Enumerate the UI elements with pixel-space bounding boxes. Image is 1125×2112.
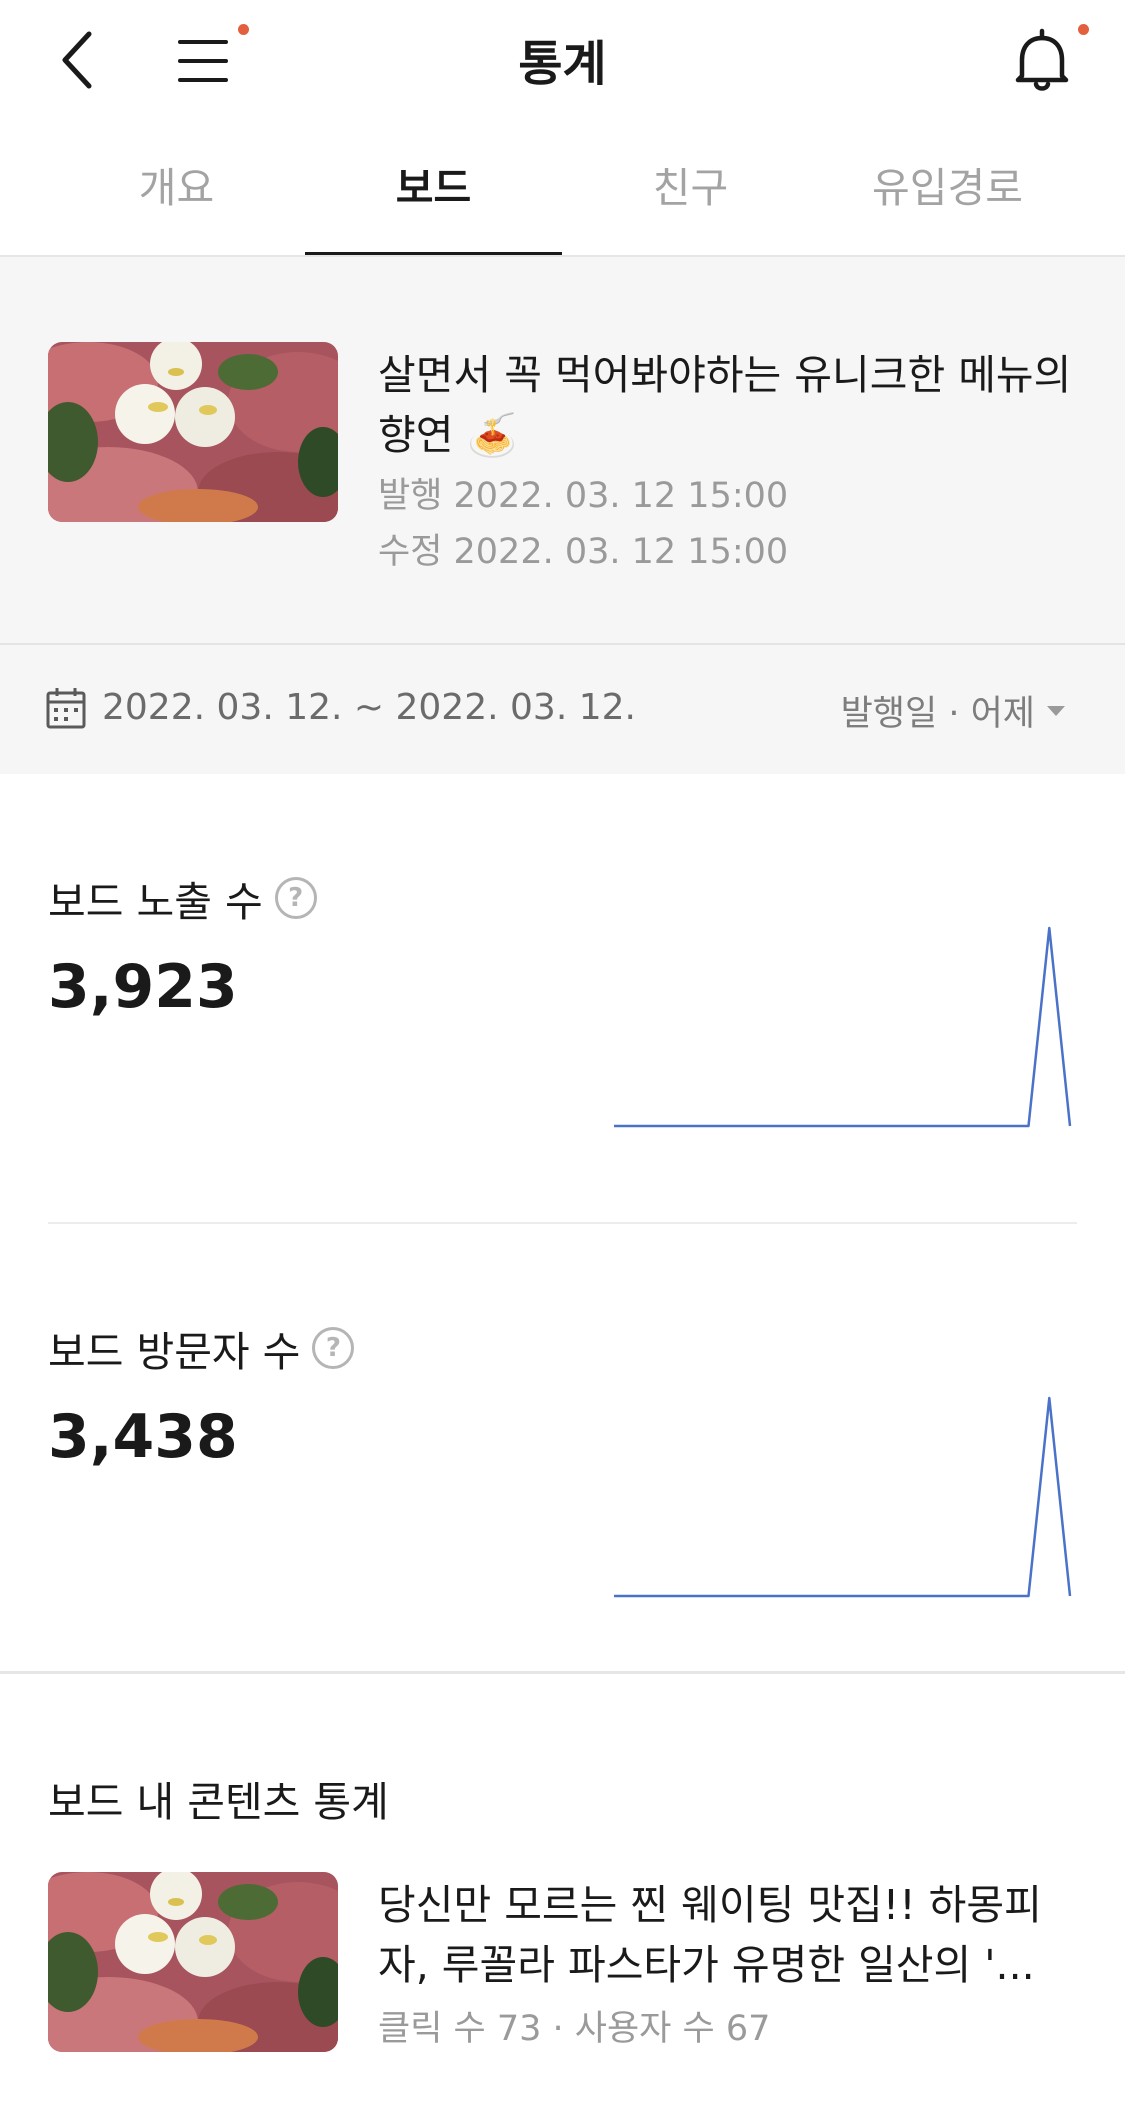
date-filter-bar: 2022. 03. 12. ~ 2022. 03. 12. 발행일 · 어제 [0, 645, 1125, 774]
impressions-sparkline [614, 926, 1072, 1128]
notification-badge-dot [1078, 24, 1089, 35]
tab-friends[interactable]: 친구 [562, 138, 819, 258]
sparkline-series-line [614, 1396, 1072, 1598]
tab-traffic-source[interactable]: 유입경로 [819, 138, 1076, 258]
back-button[interactable] [55, 28, 105, 92]
content-thumbnail[interactable] [48, 1872, 338, 2052]
help-icon[interactable]: ? [312, 1327, 355, 1369]
help-icon[interactable]: ? [274, 877, 317, 919]
tab-board[interactable]: 보드 [305, 138, 562, 258]
caret-down-icon [1047, 705, 1065, 716]
impressions-label-text: 보드 노출 수 [48, 878, 263, 926]
visitors-label-text: 보드 방문자 수 [48, 1328, 301, 1376]
visitors-label: 보드 방문자 수 ? [48, 1318, 355, 1378]
sparkline-series-line [614, 926, 1072, 1128]
contents-section-title: 보드 내 콘텐츠 통계 [48, 1778, 389, 1826]
tab-overview[interactable]: 개요 [48, 138, 305, 258]
visitors-sparkline [614, 1396, 1072, 1598]
content-item-meta: 클릭 수 73 · 사용자 수 67 [378, 2009, 771, 2049]
notification-button[interactable] [1010, 24, 1089, 96]
post-edited-date: 수정 2022. 03. 12 15:00 [378, 532, 789, 572]
menu-badge-dot [238, 24, 249, 35]
post-summary-card[interactable]: 살면서 꼭 먹어봐야하는 유니크한 메뉴의 향연 🍝 발행 2022. 03. … [0, 257, 1125, 643]
calendar-icon[interactable] [46, 687, 86, 729]
page-title: 통계 [518, 36, 607, 92]
content-item-title[interactable]: 당신만 모르는 찐 웨이팅 맛집!! 하몽피자, 루꼴라 파스타가 유명한 일산… [378, 1875, 1078, 1995]
post-thumbnail [48, 342, 338, 522]
visitors-value: 3,438 [48, 1402, 238, 1472]
app-header: 통계 [0, 0, 1125, 120]
bell-icon [1015, 28, 1069, 91]
date-type-label: 발행일 · 어제 [840, 694, 1035, 734]
hamburger-icon [178, 40, 228, 44]
divider [48, 1222, 1077, 1224]
section-divider [0, 1671, 1125, 1674]
menu-button[interactable] [172, 24, 249, 86]
tab-bar: 개요 보드 친구 유입경로 [48, 138, 1078, 258]
date-range-text[interactable]: 2022. 03. 12. ~ 2022. 03. 12. [102, 687, 636, 728]
chevron-left-icon [62, 31, 92, 89]
post-published-date: 발행 2022. 03. 12 15:00 [378, 476, 789, 516]
date-type-dropdown[interactable]: 발행일 · 어제 [841, 685, 1065, 736]
impressions-value: 3,923 [48, 952, 238, 1022]
post-title: 살면서 꼭 먹어봐야하는 유니크한 메뉴의 향연 🍝 [378, 351, 1072, 459]
impressions-label: 보드 노출 수 ? [48, 868, 317, 928]
